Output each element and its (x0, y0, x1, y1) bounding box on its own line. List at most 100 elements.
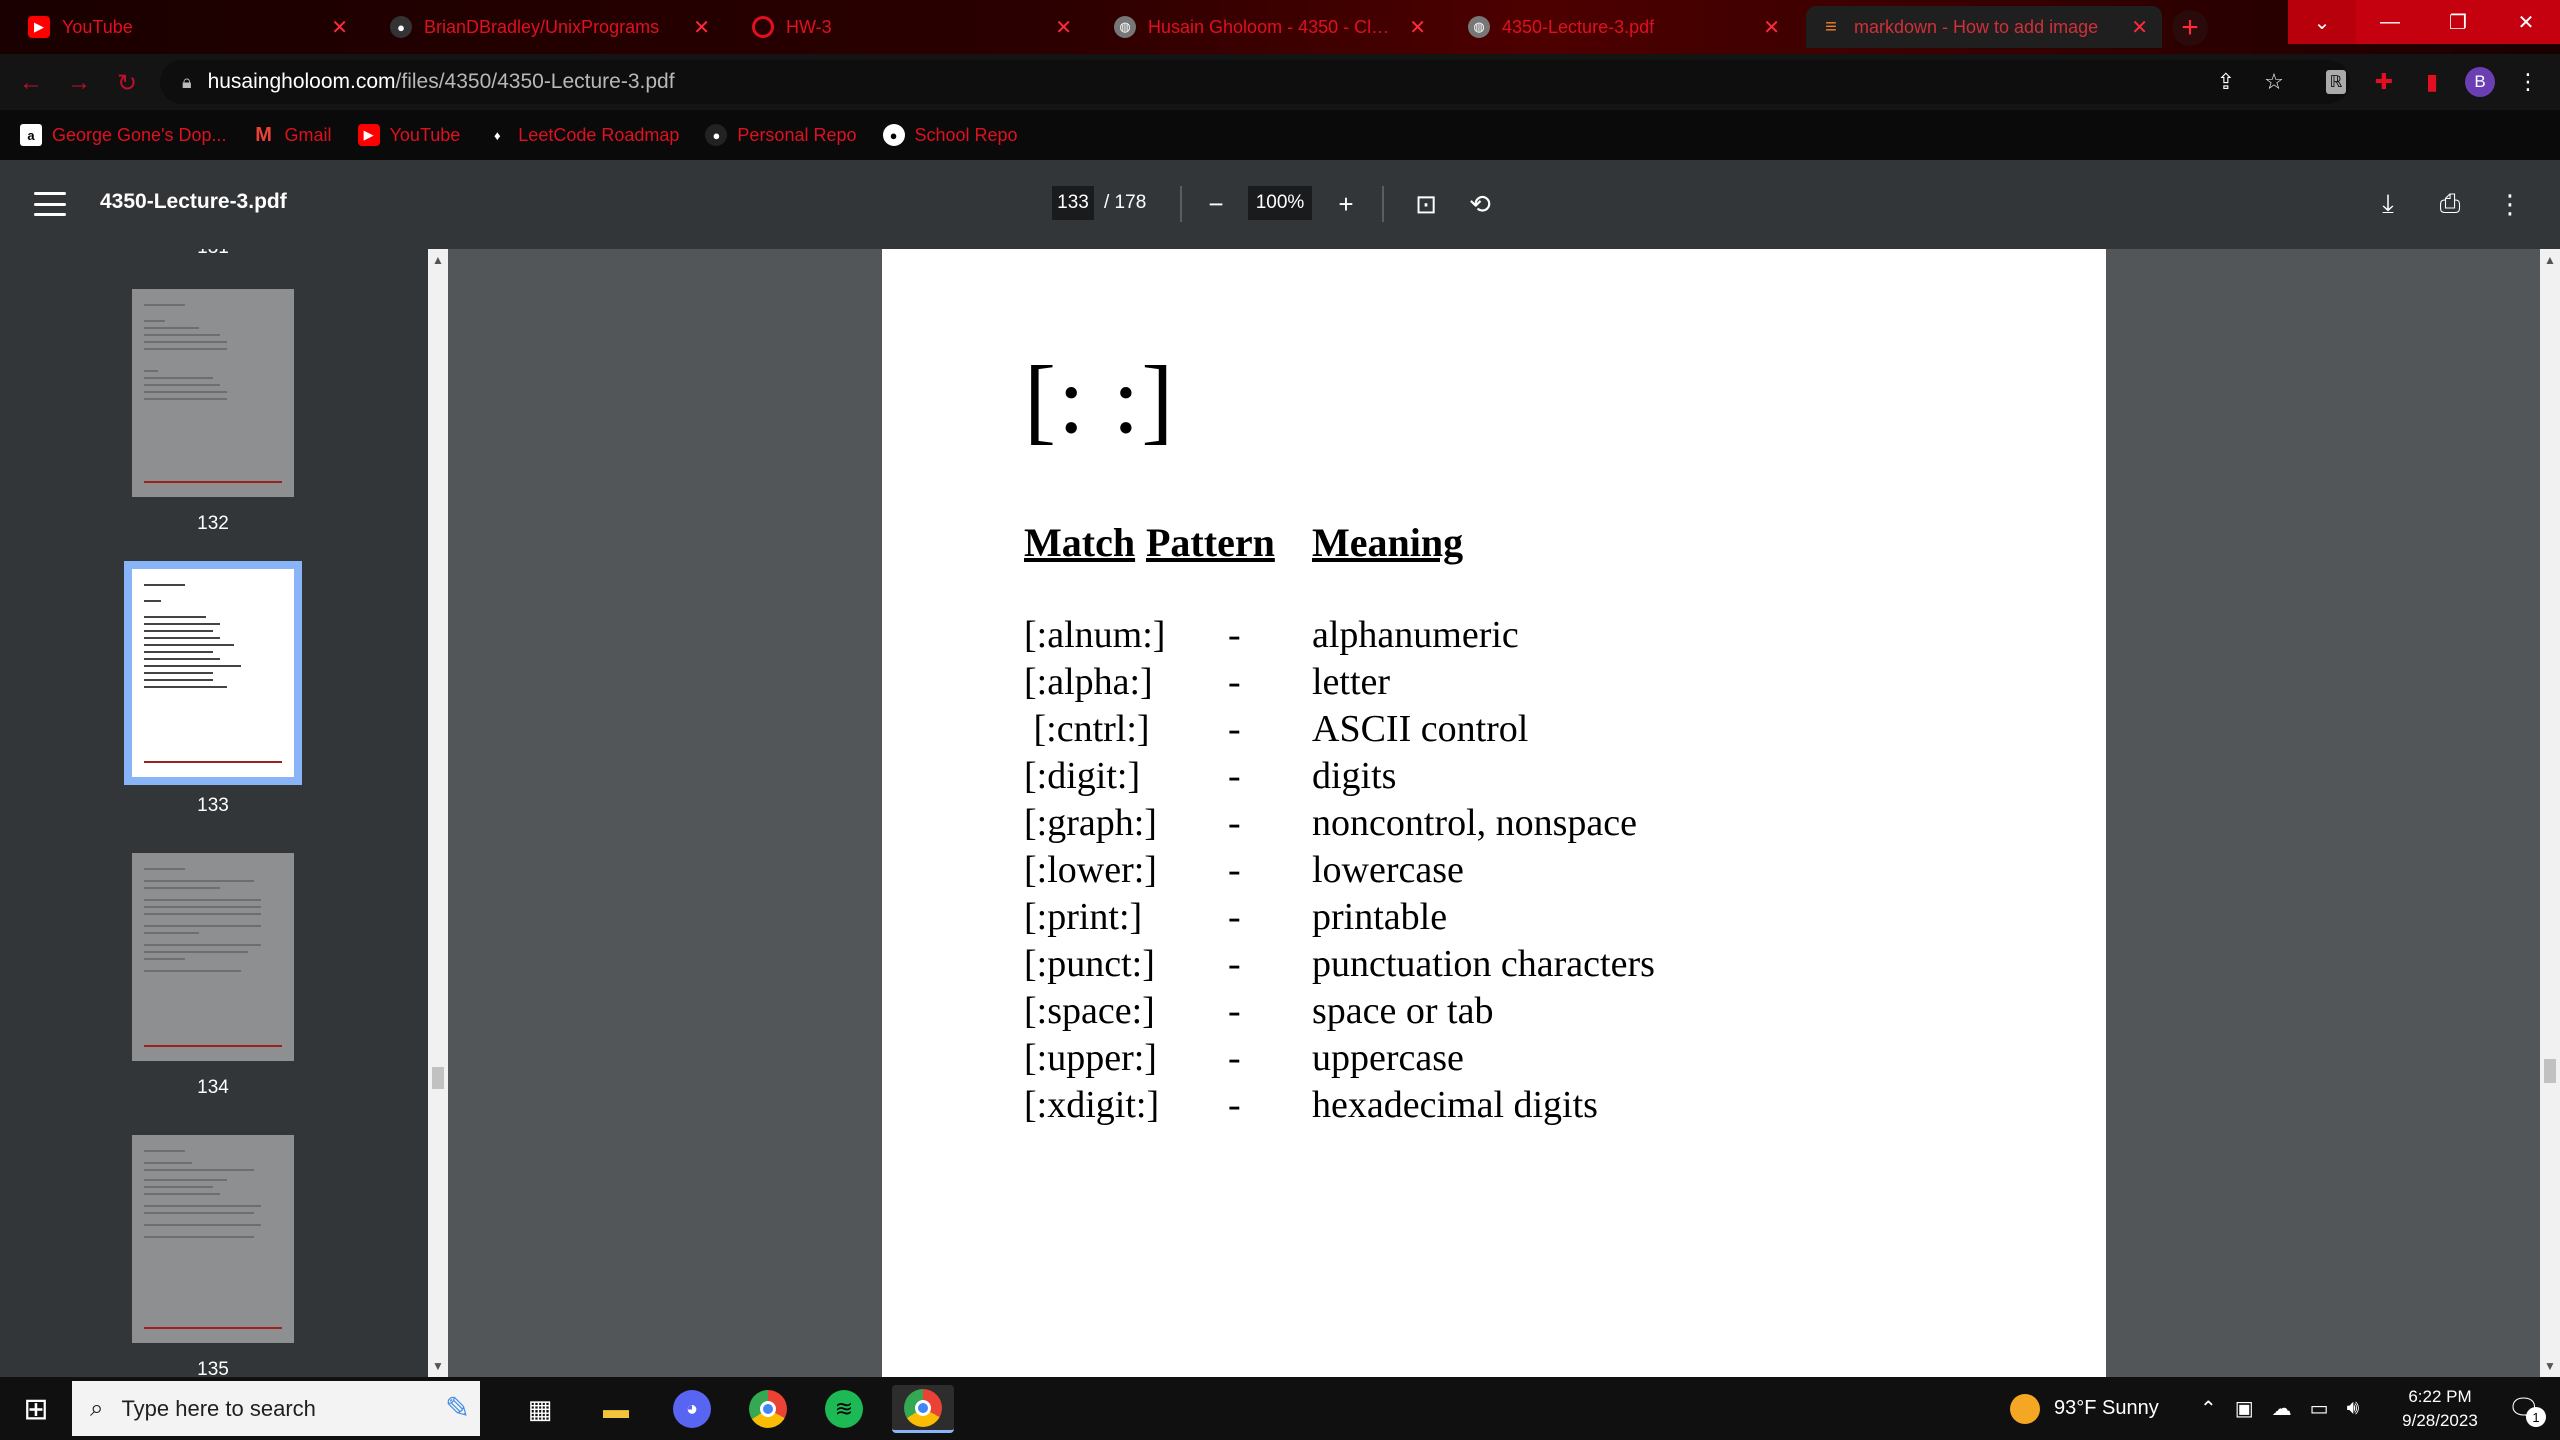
pattern-cell: [:alnum:] (1024, 614, 1166, 656)
search-icon: ⌕ (90, 1394, 104, 1422)
puzzle-extensions-icon[interactable]: ✚ (2366, 64, 2402, 100)
discord-icon[interactable]: ◕ (673, 1390, 711, 1428)
table-row: [:xdigit:] - hexadecimal digits (882, 1083, 2106, 1130)
profile-avatar[interactable]: B (2465, 67, 2495, 97)
dash-cell: - (1228, 1037, 1241, 1079)
tab-title: BrianDBradley/UnixPrograms (424, 16, 660, 37)
thumbnail-page[interactable] (132, 1135, 294, 1343)
back-button[interactable]: ← (14, 66, 48, 100)
meaning-cell: printable (1312, 896, 1448, 938)
chrome-menu-icon[interactable]: ⋮ (2510, 64, 2546, 100)
task-view-icon[interactable]: ▦ (516, 1385, 564, 1433)
close-icon[interactable]: ✕ (1409, 15, 1426, 40)
thumbnail-page-number: 133 (197, 795, 229, 816)
notification-icon[interactable]: 🗨︎ 1 (2502, 1377, 2546, 1440)
network-icon[interactable]: ▭ (2310, 1396, 2329, 1421)
reload-button[interactable]: ↻ (110, 66, 144, 100)
sidebar-scrollbar[interactable]: ▲ ▼ (428, 249, 448, 1377)
tab-markdown[interactable]: ≡ markdown - How to add image ✕ (1806, 6, 2162, 48)
thumbnail-page-number: 134 (197, 1077, 229, 1098)
stackoverflow-icon: ≡ (1825, 15, 1837, 38)
side-panel-icon[interactable]: ▮ (2414, 64, 2450, 100)
meaning-cell: letter (1312, 661, 1391, 703)
table-row: [:print:] - printable (882, 895, 2106, 942)
bookmark-item[interactable]: ▶ YouTube (357, 124, 461, 146)
tab-pdf[interactable]: ◍ 4350-Lecture-3.pdf ✕ (1454, 6, 1794, 48)
clock[interactable]: 6:22 PM 9/28/2023 (2380, 1377, 2500, 1440)
windows-taskbar: ⊞ ⌕ Type here to search ✎ ▦ ▬ ◕ ≋ 93°F S… (0, 1377, 2560, 1440)
minimize-button[interactable]: — (2356, 0, 2424, 44)
page-number-input[interactable]: 133 (1052, 186, 1094, 220)
zoom-in-button[interactable]: + (1326, 184, 1366, 224)
scrollbar-thumb[interactable] (432, 1067, 444, 1089)
globe-icon: ◍ (1468, 16, 1490, 38)
windows-start-icon[interactable]: ⊞ (12, 1385, 60, 1433)
print-icon[interactable]: ⎙ (2430, 184, 2470, 224)
meet-icon[interactable]: ▣ (2235, 1396, 2254, 1421)
clock-date: 9/28/2023 (2402, 1410, 2478, 1430)
zoom-input[interactable]: 100% (1248, 186, 1312, 220)
tab-github[interactable]: ● BrianDBradley/UnixPrograms ✕ (376, 6, 724, 48)
close-icon[interactable]: ✕ (331, 15, 348, 40)
bookmark-label: YouTube (389, 124, 461, 145)
fit-page-icon[interactable]: ⊡ (1406, 184, 1446, 224)
table-row: [:alpha:] - letter (882, 660, 2106, 707)
tab-hw3[interactable]: HW-3 ✕ (738, 6, 1086, 48)
close-icon[interactable]: ✕ (693, 15, 710, 40)
bookmark-item[interactable]: ● Personal Repo (705, 124, 857, 146)
bookmark-item[interactable]: ● School Repo (882, 124, 1018, 146)
scroll-down-arrow-icon[interactable]: ▼ (2544, 1359, 2556, 1373)
extension-icon[interactable]: ℝ (2325, 70, 2347, 94)
close-icon[interactable]: ✕ (1055, 15, 1072, 40)
thumbnail-page-selected[interactable] (124, 561, 302, 785)
zoom-out-button[interactable]: − (1196, 184, 1236, 224)
omnibox[interactable]: 🔒︎ husaingholoom.com/files/4350/4350-Lec… (160, 60, 2350, 104)
viewer-scrollbar[interactable]: ▲ ▼ (2540, 249, 2560, 1377)
chrome-profile-icon[interactable] (904, 1388, 942, 1427)
tab-youtube[interactable]: ▶ YouTube ✕ (14, 6, 362, 48)
tab-title: YouTube (62, 16, 133, 37)
onedrive-icon[interactable]: ☁ (2272, 1396, 2292, 1421)
chevron-up-icon[interactable]: ⌃ (2200, 1396, 2217, 1421)
download-icon[interactable]: ⤓ (2368, 184, 2408, 224)
share-icon[interactable]: ⇪ (2208, 64, 2244, 100)
pattern-cell: [:punct:] (1024, 943, 1155, 985)
file-explorer-icon[interactable]: ▬ (592, 1385, 640, 1433)
pdf-filename: 4350-Lecture-3.pdf (100, 190, 287, 213)
taskbar-search[interactable]: ⌕ Type here to search ✎ (72, 1381, 480, 1436)
thumbnail-page[interactable] (132, 853, 294, 1061)
column-header-match: Match (1024, 520, 1136, 565)
tab-class[interactable]: ◍ Husain Gholoom - 4350 - Class ✕ (1100, 6, 1440, 48)
pattern-cell: [:alpha:] (1024, 661, 1153, 703)
bookmark-star-icon[interactable]: ☆ (2256, 64, 2292, 100)
close-icon[interactable]: ✕ (2131, 15, 2148, 40)
spotify-icon[interactable]: ≋ (825, 1390, 863, 1428)
hamburger-menu-icon[interactable] (30, 186, 70, 222)
tab-search-button[interactable]: ⌄ (2288, 0, 2356, 44)
new-tab-button[interactable]: + (2172, 10, 2208, 46)
scrollbar-thumb[interactable] (2544, 1059, 2556, 1083)
forward-button[interactable]: → (62, 66, 96, 100)
tab-strip: ▶ YouTube ✕ ● BrianDBradley/UnixPrograms… (0, 0, 2560, 54)
thumbnail-page[interactable] (132, 289, 294, 497)
weather-widget[interactable]: 93°F Sunny (2010, 1377, 2159, 1440)
volume-icon[interactable]: 🔊︎ (2347, 1397, 2360, 1420)
chrome-icon[interactable] (749, 1390, 787, 1428)
meaning-cell: noncontrol, nonspace (1312, 802, 1638, 844)
rocket-icon: ♦ (493, 127, 501, 143)
tab-title: 4350-Lecture-3.pdf (1502, 16, 1655, 37)
more-options-icon[interactable]: ⋮ (2490, 184, 2530, 224)
github-icon: ● (390, 16, 412, 38)
pattern-cell: [:digit:] (1024, 755, 1141, 797)
scroll-up-arrow-icon[interactable]: ▲ (2544, 253, 2556, 267)
close-icon[interactable]: ✕ (1763, 15, 1780, 40)
bookmark-item[interactable]: M Gmail (253, 124, 331, 146)
bookmark-item[interactable]: a George Gone's Dop... (20, 124, 227, 146)
scroll-up-arrow-icon[interactable]: ▲ (432, 253, 444, 267)
close-window-button[interactable]: ✕ (2492, 0, 2560, 44)
thumbnail-page-number: 131 (132, 249, 294, 259)
scroll-down-arrow-icon[interactable]: ▼ (432, 1359, 444, 1373)
restore-button[interactable]: ❐ (2424, 0, 2492, 44)
rotate-icon[interactable]: ⟲ (1460, 184, 1500, 224)
bookmark-item[interactable]: ♦ LeetCode Roadmap (486, 124, 679, 146)
